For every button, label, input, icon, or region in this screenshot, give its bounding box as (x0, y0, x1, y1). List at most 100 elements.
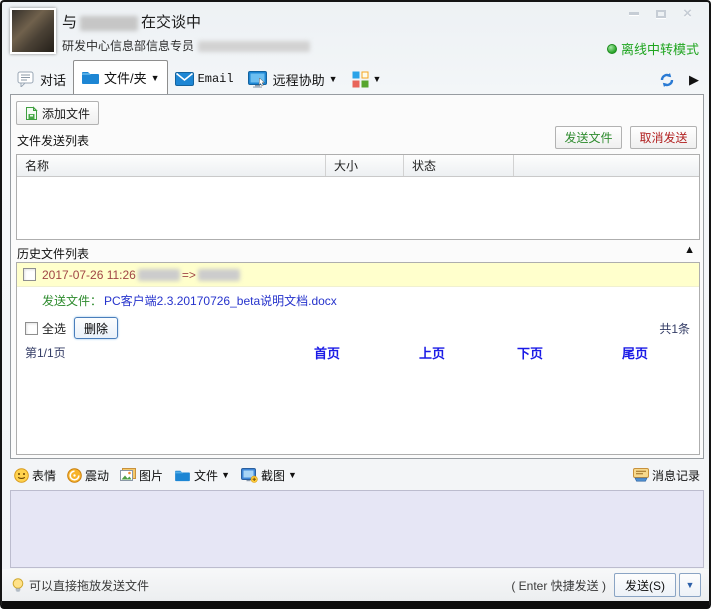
minimize-icon (629, 12, 639, 15)
shake-icon (67, 468, 82, 483)
window-title: 与 在交谈中 (62, 11, 201, 32)
emoticon-label: 表情 (32, 467, 56, 484)
pager-prev-link[interactable]: 上页 (419, 343, 445, 362)
send-file-button[interactable]: 发送文件 (555, 126, 622, 149)
redacted-contact-name (80, 16, 138, 31)
folder-icon (174, 469, 191, 482)
drag-drop-hint-label: 可以直接拖放发送文件 (29, 577, 149, 594)
screenshot-button[interactable]: 截图 ▼ (241, 467, 297, 484)
composer-toolbar: 表情 震动 图片 文件 ▼ 截图 ▼ (10, 461, 704, 489)
history-list: 2017-07-26 11:26 => 发送文件： PC客户端2.3.20170… (16, 262, 700, 455)
redacted-receiver-name (198, 269, 240, 281)
column-header-size[interactable]: 大小 (326, 155, 404, 176)
chevron-down-icon: ▼ (151, 73, 160, 83)
shake-button[interactable]: 震动 (67, 467, 109, 484)
avatar[interactable] (10, 8, 56, 54)
tab-files-label: 文件/夹 (104, 68, 147, 87)
status-label: 离线中转模式 (621, 39, 699, 58)
remote-desktop-icon (248, 71, 269, 88)
cancel-send-button[interactable]: 取消发送 (630, 126, 697, 149)
message-history-icon (633, 468, 649, 482)
connection-status: 离线中转模式 (607, 39, 699, 58)
send-button[interactable]: 发送(S) (614, 573, 676, 597)
expand-toolbar-button[interactable]: ▶ (689, 72, 699, 88)
tab-chat-label: 对话 (40, 70, 66, 89)
apps-grid-icon (352, 71, 369, 88)
chat-bubble-icon (17, 71, 36, 87)
history-section-header: 历史文件列表 ▲ (11, 243, 703, 262)
redacted-sender-name (138, 269, 180, 281)
pager-last-link[interactable]: 尾页 (622, 343, 648, 362)
column-header-status[interactable]: 状态 (404, 155, 514, 176)
tab-remote-assist-label: 远程协助 (273, 70, 325, 89)
email-icon (175, 72, 194, 86)
tab-chat[interactable]: 对话 (10, 64, 73, 94)
image-label: 图片 (139, 467, 163, 484)
message-history-button[interactable]: 消息记录 (633, 467, 700, 484)
send-list-title: 文件发送列表 (17, 132, 89, 149)
status-bar: 可以直接拖放发送文件 ( Enter 快捷发送 ) 发送(S) ▼ (2, 569, 709, 601)
total-count: 共1条 (659, 320, 690, 337)
history-item-datetime: 2017-07-26 11:26 (42, 268, 136, 282)
message-input[interactable] (10, 490, 704, 568)
tab-email[interactable]: Email (168, 64, 241, 94)
status-dot-icon (607, 44, 617, 54)
pager-next-link[interactable]: 下页 (517, 343, 543, 362)
file-transfer-panel: 添加文件 文件发送列表 发送文件 取消发送 名称 大小 状态 历史文件列表 ▲ … (10, 94, 704, 459)
picture-icon (120, 468, 136, 482)
emoticon-button[interactable]: 表情 (14, 467, 56, 484)
close-icon: × (683, 6, 692, 21)
send-button-label: 发送(S) (625, 577, 665, 594)
column-header-extra (514, 155, 699, 176)
column-header-name[interactable]: 名称 (17, 155, 326, 176)
tab-apps[interactable]: ▼ (345, 64, 389, 94)
bulb-icon (12, 578, 24, 593)
history-file-name[interactable]: PC客户端2.3.20170726_beta说明文档.docx (104, 292, 337, 309)
select-all-label: 全选 (42, 320, 66, 337)
add-file-label: 添加文件 (42, 105, 90, 122)
enter-shortcut-hint: ( Enter 快捷发送 ) (511, 577, 606, 594)
file-direction-label: 发送文件： (42, 292, 102, 309)
title-prefix: 与 (62, 14, 77, 31)
tab-email-label: Email (198, 72, 234, 86)
send-file-list-body (17, 177, 699, 239)
send-options-button[interactable]: ▼ (679, 573, 701, 597)
chevron-down-icon: ▼ (221, 470, 230, 480)
pager-first-link[interactable]: 首页 (314, 343, 340, 362)
pagination: 第1/1页 首页 上页 下页 尾页 (17, 341, 699, 363)
send-file-table-header: 名称 大小 状态 (17, 155, 699, 177)
delete-button[interactable]: 删除 (74, 317, 118, 339)
history-item-file-row: 发送文件： PC客户端2.3.20170726_beta说明文档.docx (17, 287, 699, 313)
add-file-button[interactable]: 添加文件 (16, 101, 99, 125)
image-button[interactable]: 图片 (120, 467, 163, 484)
title-suffix: 在交谈中 (141, 14, 201, 31)
message-history-label: 消息记录 (652, 467, 700, 484)
redacted-contact-info (198, 41, 310, 52)
screenshot-icon (241, 468, 258, 483)
close-button[interactable]: × (674, 5, 701, 22)
sync-button[interactable] (659, 72, 675, 88)
history-item-row[interactable]: 2017-07-26 11:26 => (17, 263, 699, 287)
chevron-down-icon: ▼ (329, 74, 338, 84)
window-controls: × (620, 5, 701, 22)
transfer-arrow: => (182, 268, 196, 282)
tab-bar: 对话 文件/夹 ▼ Email 远程协助 ▼ ▼ (2, 60, 709, 94)
file-button[interactable]: 文件 ▼ (174, 467, 230, 484)
chevron-down-icon: ▼ (686, 580, 695, 590)
minimize-button[interactable] (620, 5, 647, 22)
toolbar-right: ▶ (659, 72, 699, 94)
collapse-icon[interactable]: ▲ (684, 244, 695, 256)
maximize-button[interactable] (647, 5, 674, 22)
file-label: 文件 (194, 467, 218, 484)
contact-subtitle: 研发中心信息部信息专员 (62, 37, 310, 54)
select-all-checkbox[interactable] (25, 322, 38, 335)
delete-label: 删除 (84, 322, 108, 336)
tab-remote-assist[interactable]: 远程协助 ▼ (241, 64, 345, 94)
history-controls: 全选 删除 (17, 316, 699, 340)
smiley-icon (14, 468, 29, 483)
drag-drop-hint: 可以直接拖放发送文件 (12, 577, 149, 594)
cancel-send-label: 取消发送 (639, 129, 687, 146)
chat-window: 与 在交谈中 研发中心信息部信息专员 × 离线中转模式 对话 文件/夹 ▼ (0, 0, 711, 609)
history-item-checkbox[interactable] (23, 268, 36, 281)
tab-files[interactable]: 文件/夹 ▼ (73, 60, 168, 94)
